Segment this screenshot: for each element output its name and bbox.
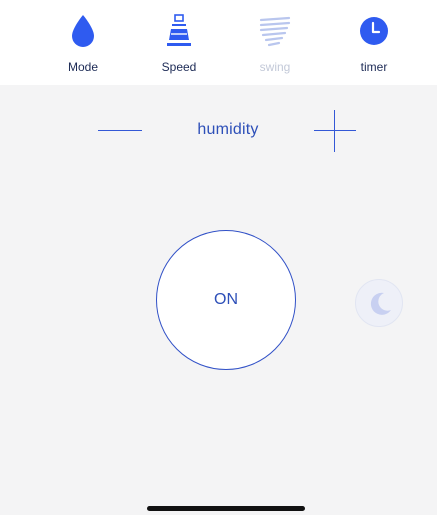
tab-swing-label: swing [259, 60, 291, 74]
tab-mode[interactable]: Mode [43, 14, 123, 74]
power-label: ON [214, 291, 238, 308]
decrease-humidity-button[interactable] [98, 124, 142, 138]
tab-mode-label: Mode [67, 60, 99, 74]
water-drop-icon [72, 15, 94, 47]
fan-speed-icon [167, 14, 191, 46]
sleep-mode-button[interactable] [355, 279, 403, 327]
tab-timer-label: timer [360, 60, 388, 74]
humidity-label: humidity [197, 121, 259, 138]
tab-speed[interactable]: Speed [139, 14, 219, 74]
swing-icon [259, 16, 291, 47]
moon-icon [370, 292, 391, 315]
power-button[interactable]: ON [156, 230, 296, 370]
tab-speed-label: Speed [161, 60, 197, 74]
mode-toolbar: Mode Speed swing timer [0, 0, 437, 85]
tab-swing[interactable]: swing [235, 14, 315, 74]
tab-timer[interactable]: timer [334, 14, 414, 74]
increase-humidity-button[interactable] [314, 110, 356, 152]
home-indicator[interactable] [147, 506, 305, 511]
clock-icon [360, 17, 388, 45]
